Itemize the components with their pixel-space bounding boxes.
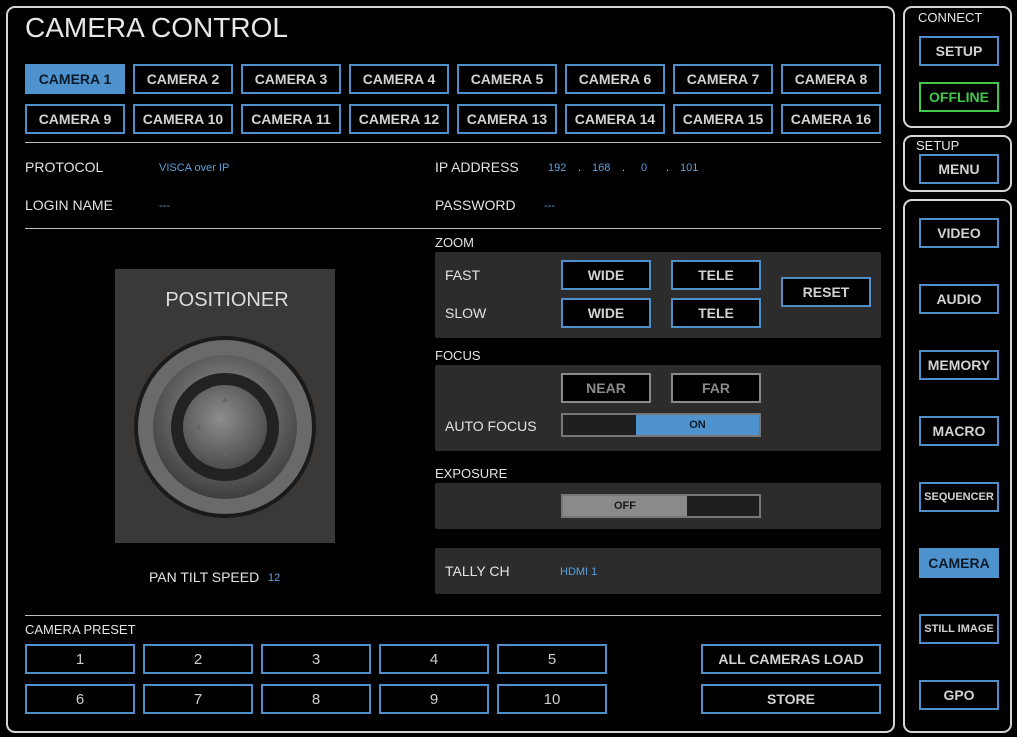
camera-tab-15[interactable]: CAMERA 15 bbox=[673, 104, 773, 134]
protocol-label: PROTOCOL bbox=[25, 159, 104, 175]
nav-macro-button[interactable]: MACRO bbox=[919, 416, 999, 446]
all-cameras-load-button[interactable]: ALL CAMERAS LOAD bbox=[701, 644, 881, 674]
nav-audio-button[interactable]: AUDIO bbox=[919, 284, 999, 314]
zoom-slow-label: SLOW bbox=[445, 305, 487, 321]
joystick[interactable] bbox=[133, 335, 317, 519]
login-name-label: LOGIN NAME bbox=[25, 197, 113, 213]
preset-button-9[interactable]: 9 bbox=[379, 684, 489, 714]
ip-octet-2[interactable]: 168 bbox=[592, 162, 610, 174]
ip-octet-3[interactable]: 0 bbox=[641, 162, 647, 174]
focus-near-button[interactable]: NEAR bbox=[561, 373, 651, 403]
connection-status-badge: OFFLINE bbox=[919, 82, 999, 112]
nav-camera-button[interactable]: CAMERA bbox=[919, 548, 999, 578]
zoom-reset-button[interactable]: RESET bbox=[781, 277, 871, 307]
nav-panel bbox=[903, 199, 1012, 733]
password-value[interactable]: --- bbox=[544, 200, 555, 212]
camera-tab-16[interactable]: CAMERA 16 bbox=[781, 104, 881, 134]
nav-gpo-button[interactable]: GPO bbox=[919, 680, 999, 710]
exposure-toggle[interactable]: OFF bbox=[561, 494, 761, 518]
camera-tab-5[interactable]: CAMERA 5 bbox=[457, 64, 557, 94]
divider bbox=[25, 142, 881, 143]
divider bbox=[25, 615, 881, 616]
protocol-value[interactable]: VISCA over IP bbox=[159, 162, 229, 174]
zoom-slow-wide-button[interactable]: WIDE bbox=[561, 298, 651, 328]
preset-button-2[interactable]: 2 bbox=[143, 644, 253, 674]
login-name-value[interactable]: --- bbox=[159, 200, 170, 212]
setup-title: SETUP bbox=[916, 138, 960, 153]
auto-focus-label: AUTO FOCUS bbox=[445, 418, 537, 434]
camera-preset-title: CAMERA PRESET bbox=[25, 622, 136, 637]
preset-button-5[interactable]: 5 bbox=[497, 644, 607, 674]
setup-button[interactable]: SETUP bbox=[919, 36, 999, 66]
nav-video-button[interactable]: VIDEO bbox=[919, 218, 999, 248]
ip-dot: . bbox=[666, 162, 670, 174]
tally-ch-label: TALLY CH bbox=[445, 563, 510, 579]
ip-octet-1[interactable]: 192 bbox=[548, 162, 566, 174]
focus-far-button[interactable]: FAR bbox=[671, 373, 761, 403]
zoom-fast-label: FAST bbox=[445, 267, 481, 283]
exposure-off-indicator: OFF bbox=[563, 496, 687, 516]
preset-button-4[interactable]: 4 bbox=[379, 644, 489, 674]
password-label: PASSWORD bbox=[435, 197, 516, 213]
store-button[interactable]: STORE bbox=[701, 684, 881, 714]
preset-button-6[interactable]: 6 bbox=[25, 684, 135, 714]
joystick-graphic[interactable] bbox=[133, 335, 317, 519]
zoom-title: ZOOM bbox=[435, 235, 474, 250]
nav-memory-button[interactable]: MEMORY bbox=[919, 350, 999, 380]
ip-dot: . bbox=[622, 162, 626, 174]
camera-tab-10[interactable]: CAMERA 10 bbox=[133, 104, 233, 134]
preset-button-7[interactable]: 7 bbox=[143, 684, 253, 714]
camera-tab-11[interactable]: CAMERA 11 bbox=[241, 104, 341, 134]
preset-button-8[interactable]: 8 bbox=[261, 684, 371, 714]
camera-tab-12[interactable]: CAMERA 12 bbox=[349, 104, 449, 134]
camera-tab-8[interactable]: CAMERA 8 bbox=[781, 64, 881, 94]
focus-title: FOCUS bbox=[435, 348, 481, 363]
focus-group bbox=[435, 365, 881, 451]
camera-tab-14[interactable]: CAMERA 14 bbox=[565, 104, 665, 134]
positioner-title: POSITIONER bbox=[165, 289, 289, 311]
auto-focus-toggle[interactable]: ON bbox=[561, 413, 761, 437]
camera-tab-7[interactable]: CAMERA 7 bbox=[673, 64, 773, 94]
pan-tilt-speed-value[interactable]: 12 bbox=[268, 572, 280, 584]
page-title: CAMERA CONTROL bbox=[25, 12, 288, 43]
camera-tab-6[interactable]: CAMERA 6 bbox=[565, 64, 665, 94]
camera-tab-4[interactable]: CAMERA 4 bbox=[349, 64, 449, 94]
nav-still-image-button[interactable]: STILL IMAGE bbox=[919, 614, 999, 644]
preset-button-3[interactable]: 3 bbox=[261, 644, 371, 674]
ip-address-label: IP ADDRESS bbox=[435, 159, 519, 175]
camera-tab-3[interactable]: CAMERA 3 bbox=[241, 64, 341, 94]
preset-button-10[interactable]: 10 bbox=[497, 684, 607, 714]
zoom-slow-tele-button[interactable]: TELE bbox=[671, 298, 761, 328]
menu-button[interactable]: MENU bbox=[919, 154, 999, 184]
exposure-title: EXPOSURE bbox=[435, 466, 508, 481]
divider bbox=[25, 228, 881, 229]
preset-button-1[interactable]: 1 bbox=[25, 644, 135, 674]
connect-title: CONNECT bbox=[918, 10, 983, 25]
camera-tab-1[interactable]: CAMERA 1 bbox=[25, 64, 125, 94]
zoom-fast-wide-button[interactable]: WIDE bbox=[561, 260, 651, 290]
ip-dot: . bbox=[578, 162, 582, 174]
zoom-fast-tele-button[interactable]: TELE bbox=[671, 260, 761, 290]
camera-tab-9[interactable]: CAMERA 9 bbox=[25, 104, 125, 134]
camera-tab-2[interactable]: CAMERA 2 bbox=[133, 64, 233, 94]
camera-tab-13[interactable]: CAMERA 13 bbox=[457, 104, 557, 134]
nav-sequencer-button[interactable]: SEQUENCER bbox=[919, 482, 999, 512]
tally-ch-value[interactable]: HDMI 1 bbox=[560, 566, 597, 578]
pan-tilt-speed-label: PAN TILT SPEED bbox=[149, 569, 260, 585]
auto-focus-on-indicator: ON bbox=[636, 415, 759, 435]
ip-octet-4[interactable]: 101 bbox=[680, 162, 698, 174]
